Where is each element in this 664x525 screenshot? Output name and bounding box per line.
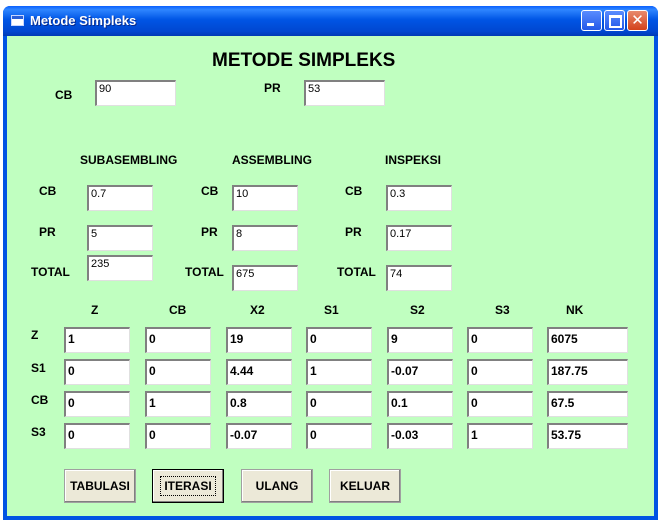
cb-label: CB (55, 88, 73, 102)
table-cell[interactable]: 0 (145, 327, 211, 353)
inspeksi-pr-input[interactable]: 0.17 (386, 225, 452, 251)
table-cell[interactable]: 0 (306, 423, 372, 449)
subasembling-total-label: TOTAL (31, 265, 70, 279)
subasembling-title: SUBASEMBLING (80, 153, 178, 167)
table-cell[interactable]: 4.44 (226, 359, 292, 385)
table-header-s2: S2 (410, 303, 425, 317)
close-button[interactable]: ✕ (627, 10, 648, 31)
table-cell[interactable]: 0 (467, 327, 533, 353)
assembling-cb-input[interactable]: 10 (232, 185, 298, 211)
app-window: Metode Simpleks ✕ METODE SIMPLEKS CB 90 … (3, 6, 658, 520)
table-header-s3: S3 (495, 303, 510, 317)
table-cell[interactable]: 0 (145, 359, 211, 385)
assembling-pr-input[interactable]: 8 (232, 225, 298, 251)
assembling-total-input[interactable]: 675 (232, 265, 298, 291)
table-cell[interactable]: 6075 (547, 327, 628, 353)
maximize-button[interactable] (604, 10, 625, 31)
pr-input[interactable]: 53 (304, 80, 385, 106)
subasembling-pr-input[interactable]: 5 (87, 225, 153, 251)
close-icon: ✕ (631, 11, 644, 29)
table-cell[interactable]: 0 (64, 359, 130, 385)
table-cell[interactable]: 53.75 (547, 423, 628, 449)
cb-input[interactable]: 90 (95, 80, 176, 106)
table-header-s1: S1 (324, 303, 339, 317)
subasembling-pr-label: PR (39, 225, 56, 239)
table-cell[interactable]: 1 (306, 359, 372, 385)
inspeksi-total-input[interactable]: 74 (386, 265, 452, 291)
window-app-icon[interactable] (11, 15, 24, 26)
table-cell[interactable]: 1 (145, 391, 211, 417)
inspeksi-total-label: TOTAL (337, 265, 376, 279)
iterasi-button[interactable]: ITERASI (152, 469, 224, 503)
table-cell[interactable]: -0.07 (387, 359, 453, 385)
window-title: Metode Simpleks (30, 13, 137, 28)
inspeksi-pr-label: PR (345, 225, 362, 239)
tabulasi-button[interactable]: TABULASI (64, 469, 136, 503)
row-label-z: Z (31, 328, 39, 342)
table-cell[interactable]: 0 (64, 391, 130, 417)
table-cell[interactable]: 0.8 (226, 391, 292, 417)
inspeksi-title: INSPEKSI (385, 153, 442, 167)
row-label-s1: S1 (31, 361, 46, 375)
inspeksi-cb-label: CB (345, 184, 363, 198)
table-cell[interactable]: 1 (467, 423, 533, 449)
title-bar[interactable]: Metode Simpleks ✕ (3, 6, 658, 36)
table-cell[interactable]: -0.07 (226, 423, 292, 449)
table-cell[interactable]: 0 (64, 423, 130, 449)
subasembling-total-input[interactable]: 235 (87, 255, 153, 281)
table-cell[interactable]: 1 (64, 327, 130, 353)
form-body: METODE SIMPLEKS CB 90 PR 53 SUBASEMBLING… (7, 36, 654, 516)
table-cell[interactable]: 9 (387, 327, 453, 353)
table-cell[interactable]: 0 (306, 391, 372, 417)
ulang-button[interactable]: ULANG (241, 469, 313, 503)
minimize-button[interactable] (581, 10, 602, 31)
table-cell[interactable]: 19 (226, 327, 292, 353)
table-cell[interactable]: 0 (467, 359, 533, 385)
subasembling-cb-label: CB (39, 184, 57, 198)
inspeksi-cb-input[interactable]: 0.3 (386, 185, 452, 211)
table-cell[interactable]: -0.03 (387, 423, 453, 449)
table-header-z: Z (91, 303, 99, 317)
row-label-s3: S3 (31, 425, 46, 439)
table-header-x2: X2 (250, 303, 265, 317)
table-cell[interactable]: 0 (145, 423, 211, 449)
assembling-cb-label: CB (201, 184, 219, 198)
table-header-nk: NK (566, 303, 584, 317)
keluar-button[interactable]: KELUAR (329, 469, 401, 503)
page-title: METODE SIMPLEKS (212, 50, 396, 71)
assembling-title: ASSEMBLING (232, 153, 313, 167)
row-label-cb: CB (31, 393, 49, 407)
assembling-pr-label: PR (201, 225, 218, 239)
table-cell[interactable]: 187.75 (547, 359, 628, 385)
table-cell[interactable]: 67.5 (547, 391, 628, 417)
table-header-cb: CB (169, 303, 187, 317)
iterasi-button-label: ITERASI (160, 476, 216, 496)
table-cell[interactable]: 0 (467, 391, 533, 417)
assembling-total-label: TOTAL (185, 265, 224, 279)
table-cell[interactable]: 0 (306, 327, 372, 353)
subasembling-cb-input[interactable]: 0.7 (87, 185, 153, 211)
pr-label: PR (264, 81, 281, 95)
table-cell[interactable]: 0.1 (387, 391, 453, 417)
